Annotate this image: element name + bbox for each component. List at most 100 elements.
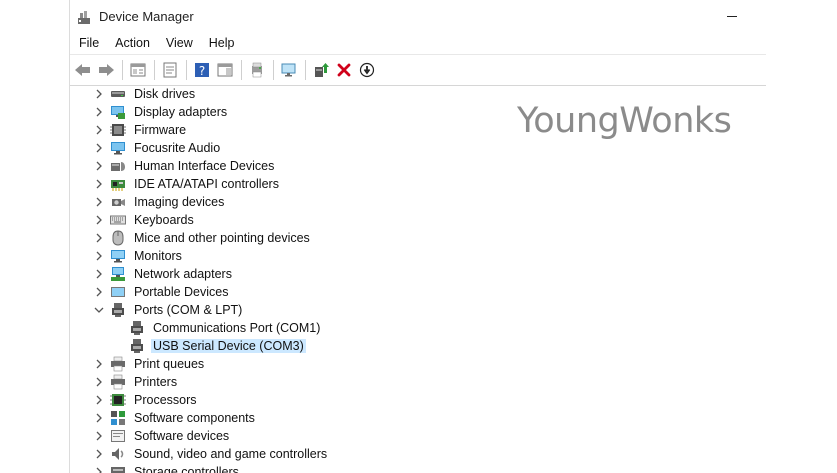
- port-icon: [129, 320, 145, 336]
- tree-category-item[interactable]: Focusrite Audio: [70, 139, 766, 157]
- back-arrow-icon[interactable]: [72, 59, 94, 81]
- software-device-icon: [110, 428, 126, 444]
- tree-item-label: Sound, video and game controllers: [134, 447, 328, 461]
- tree-item-label: Network adapters: [134, 267, 232, 281]
- chevron-right-icon[interactable]: [94, 157, 104, 175]
- tree-category-item[interactable]: Sound, video and game controllers: [70, 445, 766, 463]
- tree-category-item[interactable]: Display adapters: [70, 103, 766, 121]
- tree-item-label: Software devices: [134, 429, 230, 443]
- tree-category-item[interactable]: Keyboards: [70, 211, 766, 229]
- chevron-right-icon[interactable]: [94, 427, 104, 445]
- tree-category-item[interactable]: Imaging devices: [70, 193, 766, 211]
- toolbar: ?: [70, 54, 766, 86]
- tree-item-label: IDE ATA/ATAPI controllers: [134, 177, 279, 191]
- device-manager-window: Device Manager File Action View Help ? Y…: [69, 0, 766, 473]
- toolbar-separator: [273, 60, 274, 80]
- disk-drive-icon: [110, 86, 126, 102]
- device-manager-icon: [76, 9, 92, 25]
- tree-item-label: Firmware: [134, 123, 187, 137]
- network-adapter-icon: [110, 266, 126, 282]
- chevron-right-icon[interactable]: [94, 445, 104, 463]
- chevron-right-icon[interactable]: [94, 229, 104, 247]
- chevron-right-icon[interactable]: [94, 391, 104, 409]
- tree-category-item[interactable]: Firmware: [70, 121, 766, 139]
- tree-category-item[interactable]: Print queues: [70, 355, 766, 373]
- update-driver-icon[interactable]: [310, 59, 332, 81]
- forward-arrow-icon[interactable]: [95, 59, 117, 81]
- toolbar-separator: [241, 60, 242, 80]
- tree-category-item[interactable]: Portable Devices: [70, 283, 766, 301]
- svg-text:?: ?: [199, 64, 205, 78]
- menu-help[interactable]: Help: [209, 36, 235, 50]
- chevron-right-icon[interactable]: [94, 373, 104, 391]
- chevron-right-icon[interactable]: [94, 463, 104, 473]
- firmware-icon: [110, 122, 126, 138]
- tree-item-label: Mice and other pointing devices: [134, 231, 310, 245]
- tree-category-item[interactable]: Network adapters: [70, 265, 766, 283]
- processor-icon: [110, 392, 126, 408]
- tree-category-item[interactable]: IDE ATA/ATAPI controllers: [70, 175, 766, 193]
- tree-item-label: Print queues: [134, 357, 205, 371]
- device-tree: Disk drives Display adapters Firmware Focus…: [70, 85, 766, 473]
- show-hide-console-tree-icon[interactable]: [127, 59, 149, 81]
- tree-category-item[interactable]: Software components: [70, 409, 766, 427]
- printer-icon: [110, 356, 126, 372]
- chevron-right-icon[interactable]: [94, 139, 104, 157]
- tree-category-item[interactable]: Storage controllers: [70, 463, 766, 473]
- chevron-right-icon[interactable]: [94, 85, 104, 103]
- chevron-right-icon[interactable]: [94, 247, 104, 265]
- display-adapter-icon: [110, 104, 126, 120]
- tree-item-label: Display adapters: [134, 105, 228, 119]
- chevron-right-icon[interactable]: [94, 175, 104, 193]
- tree-category-item[interactable]: Printers: [70, 373, 766, 391]
- tree-child-item[interactable]: Communications Port (COM1): [70, 319, 766, 337]
- tree-item-label: Ports (COM & LPT): [134, 303, 243, 317]
- menu-view[interactable]: View: [166, 36, 193, 50]
- tree-item-label: Software components: [134, 411, 255, 425]
- tree-item-label: Disk drives: [134, 87, 196, 101]
- tree-category-item[interactable]: Ports (COM & LPT): [70, 301, 766, 319]
- chevron-right-icon[interactable]: [94, 193, 104, 211]
- uninstall-device-icon[interactable]: [333, 59, 355, 81]
- port-icon: [129, 338, 145, 354]
- tree-category-item[interactable]: Processors: [70, 391, 766, 409]
- minimize-button[interactable]: [726, 11, 738, 21]
- tree-category-item[interactable]: Monitors: [70, 247, 766, 265]
- tree-child-item[interactable]: USB Serial Device (COM3): [70, 337, 766, 355]
- camera-icon: [110, 194, 126, 210]
- ide-controller-icon: [110, 176, 126, 192]
- tree-item-label: Portable Devices: [134, 285, 229, 299]
- disable-device-icon[interactable]: [356, 59, 378, 81]
- speaker-icon: [110, 446, 126, 462]
- scan-hardware-icon[interactable]: [278, 59, 300, 81]
- chevron-right-icon[interactable]: [94, 283, 104, 301]
- software-component-icon: [110, 410, 126, 426]
- hid-icon: [110, 158, 126, 174]
- toolbar-separator: [305, 60, 306, 80]
- chevron-right-icon[interactable]: [94, 265, 104, 283]
- menu-file[interactable]: File: [79, 36, 99, 50]
- chevron-right-icon[interactable]: [94, 409, 104, 427]
- tree-item-label: USB Serial Device (COM3): [151, 339, 306, 353]
- monitor-icon: [110, 248, 126, 264]
- audio-monitor-icon: [110, 140, 126, 156]
- tree-category-item[interactable]: Mice and other pointing devices: [70, 229, 766, 247]
- chevron-right-icon[interactable]: [94, 103, 104, 121]
- help-icon[interactable]: ?: [191, 59, 213, 81]
- chevron-right-icon[interactable]: [94, 355, 104, 373]
- toolbar-separator: [186, 60, 187, 80]
- port-icon: [110, 302, 126, 318]
- tree-category-item[interactable]: Software devices: [70, 427, 766, 445]
- chevron-right-icon[interactable]: [94, 121, 104, 139]
- tree-category-item[interactable]: Human Interface Devices: [70, 157, 766, 175]
- title-bar: Device Manager: [70, 0, 766, 33]
- action-pane-icon[interactable]: [214, 59, 236, 81]
- properties-icon[interactable]: [159, 59, 181, 81]
- print-icon[interactable]: [246, 59, 268, 81]
- chevron-right-icon[interactable]: [94, 211, 104, 229]
- toolbar-separator: [122, 60, 123, 80]
- tree-category-item[interactable]: Disk drives: [70, 85, 766, 103]
- chevron-down-icon[interactable]: [94, 301, 104, 319]
- menu-action[interactable]: Action: [115, 36, 150, 50]
- tree-item-label: Human Interface Devices: [134, 159, 275, 173]
